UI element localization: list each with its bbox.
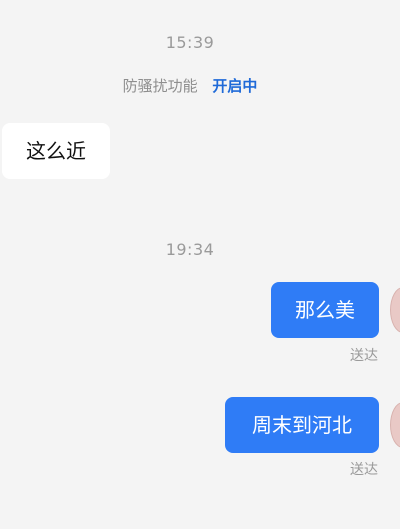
avatar[interactable] [390,287,400,333]
message-bubble-outgoing[interactable]: 周末到河北 [225,397,379,453]
timestamp: 15:39 [165,33,215,52]
chat-conversation: 15:39 防骚扰功能 开启中 这么近 19:34 那么美 送达 周末到河北 送… [0,0,400,529]
delivery-status: 送达 [350,348,378,364]
timestamp: 19:34 [165,240,215,259]
avatar[interactable] [390,402,400,448]
anti-harassment-status[interactable]: 开启中 [212,77,257,95]
delivery-status: 送达 [350,462,378,478]
anti-harassment-notice: 防骚扰功能 开启中 [0,75,380,96]
message-bubble-outgoing[interactable]: 那么美 [271,282,379,338]
anti-harassment-label: 防骚扰功能 [122,77,198,95]
message-bubble-incoming[interactable]: 这么近 [2,123,110,179]
